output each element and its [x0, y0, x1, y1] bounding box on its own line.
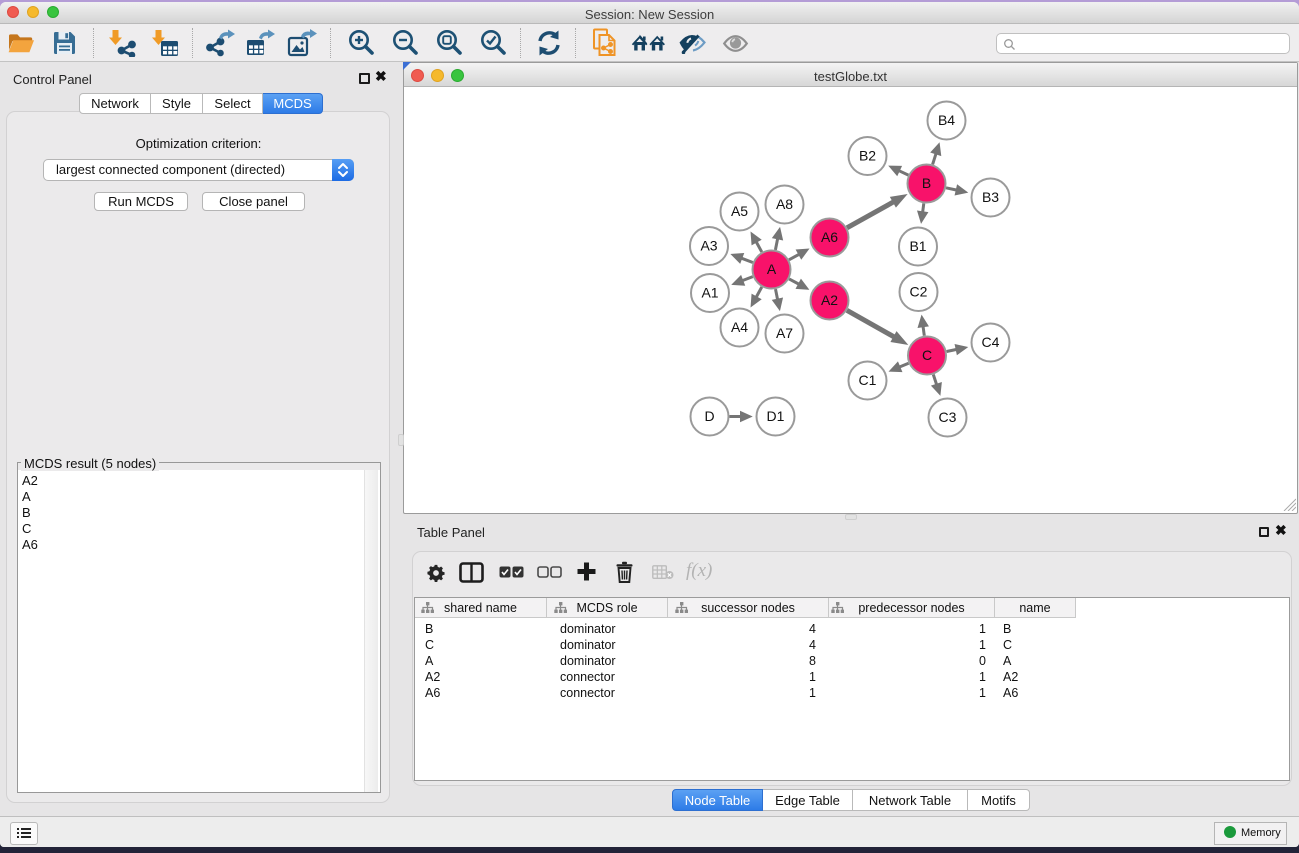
- svg-text:A7: A7: [776, 325, 793, 341]
- svg-text:B: B: [922, 175, 931, 191]
- svg-text:C2: C2: [910, 284, 928, 300]
- svg-text:B4: B4: [938, 112, 955, 128]
- svg-text:A4: A4: [731, 319, 748, 335]
- svg-text:C1: C1: [859, 372, 877, 388]
- svg-text:C: C: [922, 347, 932, 363]
- svg-text:B3: B3: [982, 189, 999, 205]
- svg-text:A1: A1: [701, 285, 718, 301]
- svg-text:D: D: [704, 408, 714, 424]
- svg-text:D1: D1: [767, 408, 785, 424]
- svg-text:A: A: [767, 261, 777, 277]
- svg-text:C3: C3: [939, 409, 957, 425]
- svg-text:A3: A3: [700, 238, 717, 254]
- svg-text:A5: A5: [731, 203, 748, 219]
- svg-text:B1: B1: [909, 238, 926, 254]
- svg-text:C4: C4: [982, 334, 1000, 350]
- svg-text:A2: A2: [821, 292, 838, 308]
- svg-text:A8: A8: [776, 196, 793, 212]
- svg-text:A6: A6: [821, 229, 838, 245]
- svg-text:B2: B2: [859, 148, 876, 164]
